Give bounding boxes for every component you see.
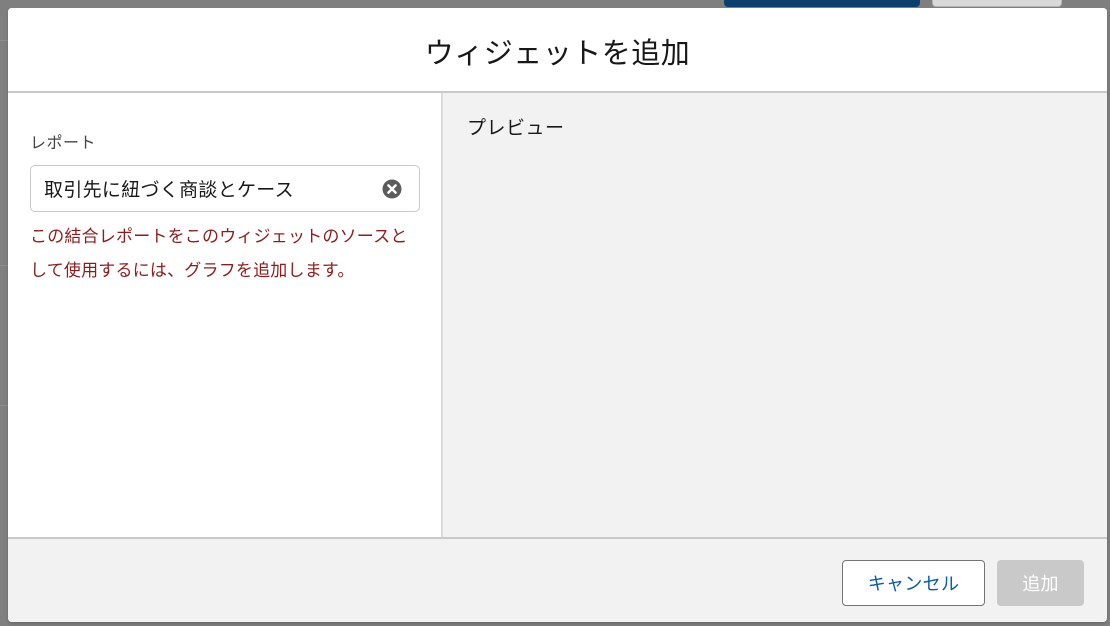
error-message: この結合レポートをこのウィジェットのソースとして使用するには、グラフを追加します… <box>30 227 408 281</box>
modal-header: ウィジェットを追加 <box>8 8 1107 93</box>
background-primary-button <box>724 0 920 7</box>
background-divider <box>0 405 8 406</box>
modal-body: レポート 取引先に紐づく商談とケース この結合レポートをこのウィジェットのソース… <box>8 93 1107 537</box>
preview-label: プレビュー <box>467 117 565 139</box>
source-panel: レポート 取引先に紐づく商談とケース この結合レポートをこのウィジェットのソース… <box>8 93 443 537</box>
modal-footer: キャンセル 追加 <box>8 537 1107 622</box>
report-combobox[interactable]: 取引先に紐づく商談とケース <box>30 165 420 212</box>
background-divider <box>0 40 8 41</box>
report-field-label: レポート <box>30 133 97 152</box>
clear-icon[interactable] <box>382 179 402 199</box>
background-secondary-button <box>932 0 1062 7</box>
add-button[interactable]: 追加 <box>997 559 1084 606</box>
add-widget-modal: ウィジェットを追加 レポート 取引先に紐づく商談とケース この結合レポートをこの… <box>8 8 1107 622</box>
cancel-button[interactable]: キャンセル <box>842 559 985 606</box>
modal-title: ウィジェットを追加 <box>424 35 691 70</box>
background-divider <box>0 265 8 266</box>
preview-panel: プレビュー <box>443 93 1107 537</box>
report-selected-value[interactable]: 取引先に紐づく商談とケース <box>44 175 294 202</box>
